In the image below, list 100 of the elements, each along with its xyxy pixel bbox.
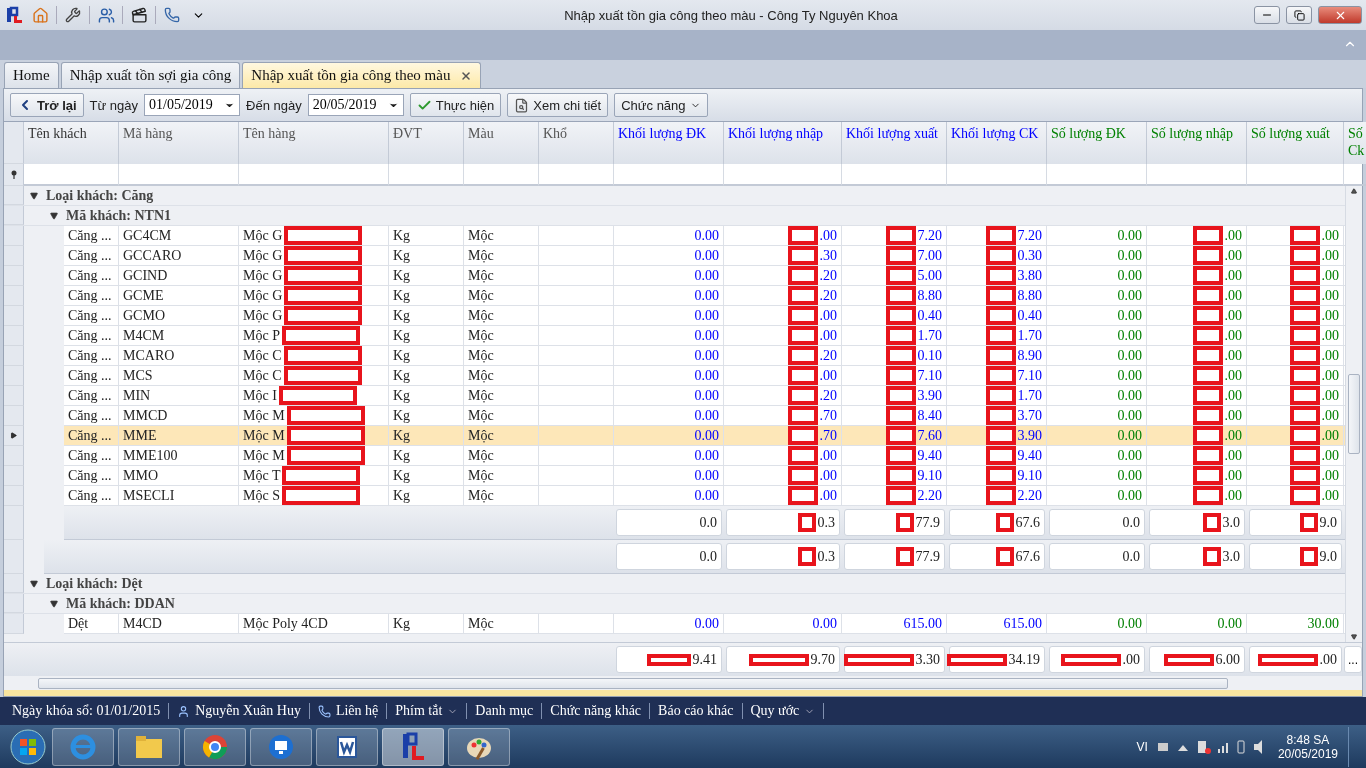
scroll-up-icon[interactable]: [1351, 188, 1357, 194]
table-row[interactable]: Căng ... GC4CM Mộc G Kg Mộc 0.00 .00 7.20 7.20 0.00 .00 .00: [64, 226, 1345, 246]
table-cell: .00: [1224, 487, 1242, 504]
table-cell: Mộc: [468, 227, 494, 244]
column-header[interactable]: Tên hàng: [239, 122, 389, 164]
column-header[interactable]: Mã hàng: [119, 122, 239, 164]
chrome-icon[interactable]: [184, 727, 246, 766]
status-item[interactable]: Chức năng khác: [542, 703, 651, 719]
status-item[interactable]: Báo cáo khác: [650, 703, 743, 719]
table-row[interactable]: Căng ... MCS Mộc C Kg Mộc 0.00 .00 7.10 7.10 0.00 .00 .00: [64, 366, 1345, 386]
table-row[interactable]: Căng ... GCIND Mộc G Kg Mộc 0.00 .20 5.00 3.80 0.00 .00 .00: [64, 266, 1345, 286]
start-button[interactable]: [8, 726, 48, 767]
horizontal-scrollbar[interactable]: [4, 676, 1362, 690]
phone-icon[interactable]: [162, 5, 182, 25]
minimize-button[interactable]: [1254, 6, 1280, 24]
column-header[interactable]: Khối lượng nhập: [724, 122, 842, 164]
table-cell: Mộc: [468, 287, 494, 304]
table-row[interactable]: Căng ... MCARO Mộc C Kg Mộc 0.00 .20 0.10 8.90 0.00 .00 .00: [64, 346, 1345, 366]
table-cell: .70: [819, 407, 837, 424]
summary-value: 0.0: [1122, 548, 1140, 565]
restore-icon: [1293, 9, 1305, 21]
table-cell: 0.00: [1117, 267, 1142, 284]
table-cell: .00: [1224, 267, 1242, 284]
status-item[interactable]: Liên hệ: [309, 703, 388, 719]
table-cell: MCARO: [123, 347, 175, 364]
from-date-field[interactable]: 01/05/2019: [144, 94, 241, 116]
table-row[interactable]: Căng ... M4CM Mộc P Kg Mộc 0.00 .00 1.70 1.70 0.00 .00 .00: [64, 326, 1345, 346]
column-header[interactable]: ĐVT: [389, 122, 464, 164]
table-cell: .00: [1321, 267, 1339, 284]
status-item[interactable]: Quy ước: [742, 703, 825, 719]
tab[interactable]: Home: [4, 62, 59, 88]
column-header[interactable]: Khối lượng xuất: [842, 122, 947, 164]
table-cell: 0.00: [694, 427, 719, 444]
user-icon: [177, 704, 191, 718]
column-header[interactable]: Khổ: [539, 122, 614, 164]
expand-toggle-icon[interactable]: [30, 191, 38, 200]
close-tab-icon[interactable]: [460, 69, 473, 82]
restore-button[interactable]: [1286, 6, 1312, 24]
column-header[interactable]: Khối lượng CK: [947, 122, 1047, 164]
table-row[interactable]: Căng ... GCCARO Mộc G Kg Mộc 0.00 .30 7.00 0.30 0.00 .00 .00: [64, 246, 1345, 266]
close-button[interactable]: [1318, 6, 1362, 24]
functions-button[interactable]: Chức năng: [614, 93, 708, 117]
group-row[interactable]: Mã khách: DDAN: [4, 594, 1345, 614]
column-header[interactable]: Số lượng ĐK: [1047, 122, 1147, 164]
tab[interactable]: Nhập xuất tồn gia công theo màu: [242, 62, 482, 88]
table-row[interactable]: Căng ... MME Mộc M Kg Mộc 0.00 .70 7.60 3.90 0.00 .00 .00: [64, 426, 1345, 446]
tab[interactable]: Nhập xuất tồn sợi gia công: [60, 62, 241, 88]
more-button[interactable]: ...: [1344, 646, 1362, 673]
group-row[interactable]: Mã khách: NTN1: [4, 206, 1345, 226]
folder-icon[interactable]: [118, 727, 180, 766]
details-button[interactable]: Xem chi tiết: [507, 93, 609, 117]
users-icon[interactable]: [96, 5, 116, 25]
table-cell: 7.60: [917, 427, 942, 444]
browser-icon[interactable]: [52, 727, 114, 766]
scroll-thumb[interactable]: [1348, 374, 1360, 454]
table-row[interactable]: Căng ... MMO Mộc T Kg Mộc 0.00 .00 9.10 9.10 0.00 .00 .00: [64, 466, 1345, 486]
table-row[interactable]: Căng ... MME100 Mộc M Kg Mộc 0.00 .00 9.40 9.40 0.00 .00 .00: [64, 446, 1345, 466]
back-button[interactable]: Trở lại: [10, 93, 84, 117]
tools-icon[interactable]: [63, 5, 83, 25]
table-cell: 0.00: [1117, 427, 1142, 444]
column-header[interactable]: Tên khách: [24, 122, 119, 164]
table-cell: .00: [819, 447, 837, 464]
table-row[interactable]: Căng ... GCME Mộc G Kg Mộc 0.00 .20 8.80 8.80 0.00 .00 .00: [64, 286, 1345, 306]
expand-toggle-icon[interactable]: [30, 579, 38, 588]
column-header[interactable]: Số lượng nhập: [1147, 122, 1247, 164]
app-logo-icon[interactable]: [382, 727, 444, 766]
table-row[interactable]: Căng ... MMCD Mộc M Kg Mộc 0.00 .70 8.40 3.70 0.00 .00 .00: [64, 406, 1345, 426]
group-row[interactable]: Loại khách: Dệt: [4, 574, 1345, 594]
table-row[interactable]: Căng ... GCMO Mộc G Kg Mộc 0.00 .00 0.40 0.40 0.00 .00 .00: [64, 306, 1345, 326]
table-row[interactable]: Căng ... MSECLI Mộc S Kg Mộc 0.00 .00 2.20 2.20 0.00 .00 .00: [64, 486, 1345, 506]
phone-icon: [317, 704, 331, 718]
table-cell: .20: [819, 387, 837, 404]
table-cell: Mộc G: [243, 307, 283, 324]
table-cell: Kg: [393, 267, 411, 284]
language-indicator[interactable]: VI: [1136, 739, 1148, 754]
column-header[interactable]: Khối lượng ĐK: [614, 122, 724, 164]
document-icon[interactable]: [316, 727, 378, 766]
remote-desktop-icon[interactable]: [250, 727, 312, 766]
table-cell: MME: [123, 427, 157, 444]
summary-value: 67.6: [1015, 548, 1040, 565]
home-icon[interactable]: [30, 5, 50, 25]
column-header[interactable]: Số Ck: [1344, 122, 1366, 164]
column-header[interactable]: Màu: [464, 122, 539, 164]
group-row[interactable]: Loại khách: Căng: [4, 186, 1345, 206]
table-cell: 7.20: [917, 227, 942, 244]
film-icon[interactable]: [129, 5, 149, 25]
vertical-scrollbar[interactable]: [1345, 186, 1362, 642]
status-item[interactable]: Danh mục: [467, 703, 543, 719]
paint-icon[interactable]: [448, 727, 510, 766]
table-row[interactable]: Căng ... MIN Mộc I Kg Mộc 0.00 .20 3.90 1.70 0.00 .00 .00: [64, 386, 1345, 406]
column-header[interactable]: Số lượng xuất: [1247, 122, 1344, 164]
to-date-field[interactable]: 20/05/2019: [307, 94, 404, 116]
table-row[interactable]: Dệt M4CD Mộc Poly 4CD Kg Mộc 0.00 0.00 615.00 615.00 0.00 0.00 30.00: [64, 614, 1345, 634]
table-cell: .00: [1224, 347, 1242, 364]
status-item[interactable]: Phím tắt: [387, 703, 468, 719]
run-button[interactable]: Thực hiện: [409, 93, 502, 117]
expand-toggle-icon[interactable]: [50, 599, 58, 608]
scroll-down-icon[interactable]: [1351, 634, 1357, 640]
status-item[interactable]: Nguyễn Xuân Huy: [169, 703, 310, 719]
expand-toggle-icon[interactable]: [50, 211, 58, 220]
